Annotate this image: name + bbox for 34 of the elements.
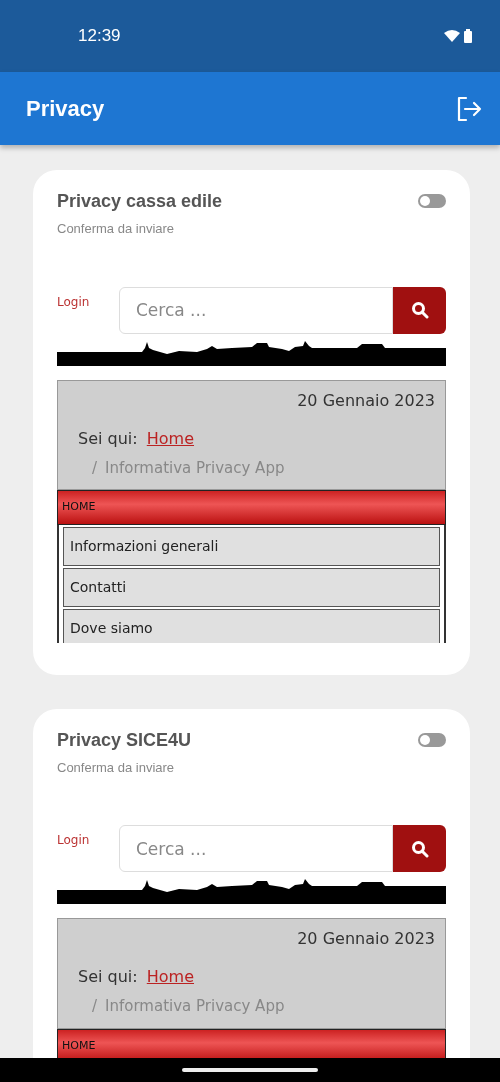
breadcrumb-current: Informativa Privacy App xyxy=(105,457,285,479)
date-text: 20 Gennaio 2023 xyxy=(296,389,435,412)
toggle-switch[interactable] xyxy=(418,732,446,747)
breadcrumb-label: Sei qui: xyxy=(78,428,138,448)
search-button[interactable] xyxy=(393,286,446,334)
battery-icon xyxy=(464,29,472,43)
search-field[interactable]: Cerca ... xyxy=(119,825,393,872)
menu-header[interactable]: HOME xyxy=(57,1028,446,1058)
search-icon xyxy=(410,839,429,858)
logout-icon[interactable] xyxy=(456,95,482,122)
search-field[interactable]: Cerca ... xyxy=(119,286,393,334)
toggle-switch[interactable] xyxy=(418,194,446,208)
menu-item[interactable]: Informazioni generali xyxy=(63,526,440,566)
card-subtitle: Conferma da inviare xyxy=(57,758,176,777)
app-title: Privacy xyxy=(26,95,105,123)
home-link[interactable]: Home xyxy=(146,428,194,448)
search-icon xyxy=(410,301,429,319)
login-link[interactable]: Login xyxy=(57,825,119,849)
date-text: 20 Gennaio 2023 xyxy=(296,928,435,950)
breadcrumb-label: Sei qui: xyxy=(78,967,138,986)
menu-item[interactable]: Contatti xyxy=(63,567,440,607)
breadcrumb-separator: / xyxy=(92,457,98,479)
menu-header[interactable]: HOME xyxy=(57,490,446,525)
menu-item[interactable]: Dove siamo xyxy=(63,608,440,643)
home-link[interactable]: Home xyxy=(146,967,194,986)
wifi-icon xyxy=(444,30,460,42)
breadcrumb-current: Informativa Privacy App xyxy=(105,996,285,1017)
search-button[interactable] xyxy=(393,825,446,872)
card-title: Privacy cassa edile xyxy=(57,190,223,213)
breadcrumb-separator: / xyxy=(92,996,98,1017)
card-subtitle: Conferma da inviare xyxy=(57,220,176,238)
status-time: 12:39 xyxy=(78,25,121,48)
card-title: Privacy SICE4U xyxy=(57,728,192,752)
login-link[interactable]: Login xyxy=(57,286,119,311)
